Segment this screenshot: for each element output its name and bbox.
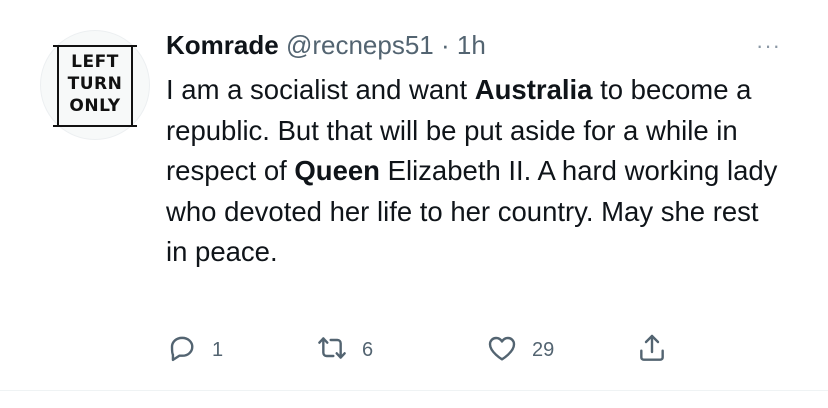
share-button[interactable]	[636, 330, 668, 370]
like-button[interactable]: 29	[486, 330, 554, 370]
divider	[0, 390, 828, 391]
tweet-card[interactable]: LEFT TURN ONLY Komrade @recneps51 · 1h ·…	[0, 0, 828, 408]
reply-button[interactable]: 1	[166, 330, 223, 370]
author-name[interactable]: Komrade	[166, 30, 279, 60]
reply-icon	[166, 332, 198, 369]
share-icon	[636, 332, 668, 369]
hashtag-queen: Queen	[294, 155, 380, 186]
reply-count: 1	[212, 338, 224, 361]
like-count: 29	[532, 338, 555, 361]
tweet-timestamp[interactable]: 1h	[457, 30, 486, 60]
left-turn-only-sign-logo: LEFT TURN ONLY	[53, 45, 137, 127]
sign-bottom-rule	[53, 125, 137, 127]
retweet-button[interactable]: 6	[316, 330, 373, 370]
author-handle[interactable]: @recneps51	[286, 30, 434, 60]
tweet-header: Komrade @recneps51 · 1h	[166, 28, 486, 62]
header-separator: ·	[440, 30, 450, 60]
tweet-text-segment: I am a socialist and want	[166, 74, 475, 105]
hashtag-australia: Australia	[474, 74, 593, 105]
avatar[interactable]: LEFT TURN ONLY	[40, 30, 150, 140]
more-icon[interactable]: ···	[756, 35, 781, 57]
sign-text: LEFT TURN ONLY	[67, 52, 123, 116]
tweet-text: I am a socialist and want Australia to b…	[166, 70, 786, 273]
retweet-count: 6	[362, 338, 374, 361]
retweet-icon	[316, 332, 348, 369]
heart-icon	[486, 332, 518, 369]
sign-top-rule	[53, 45, 137, 47]
